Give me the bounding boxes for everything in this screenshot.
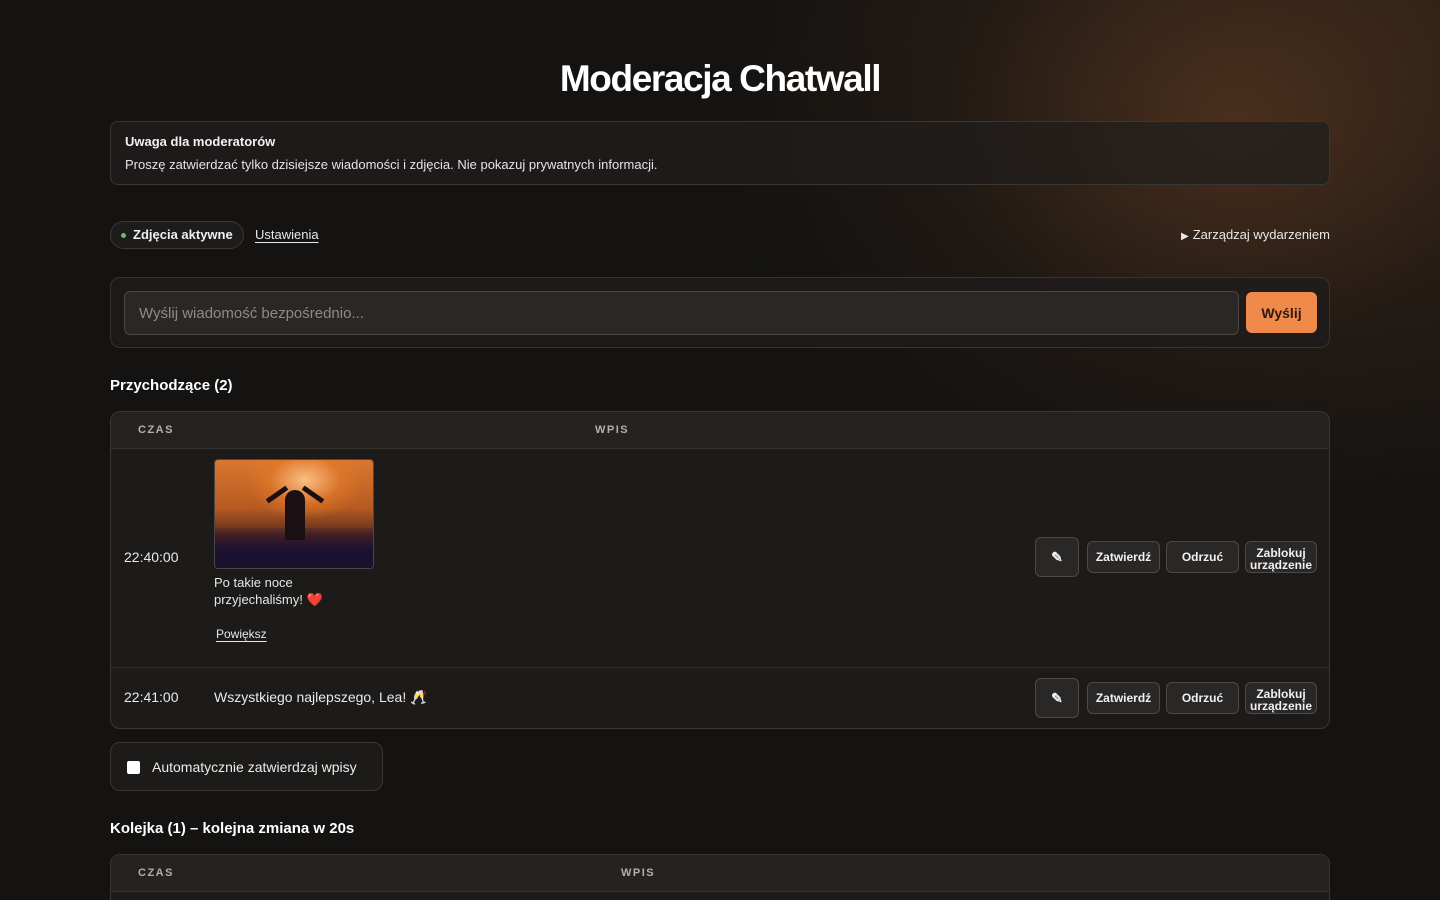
- entry-text: Wszystkiego najlepszego, Lea! 🥂: [214, 689, 428, 705]
- entry-time: 22:40:00: [124, 549, 179, 565]
- table-row: 22:40:00 Po takie noce przyjechaliśmy! ❤…: [111, 449, 1329, 668]
- entry-time: 22:41:00: [124, 689, 179, 705]
- direct-message-input[interactable]: [124, 291, 1239, 335]
- queue-title: Kolejka (1) – kolejna zmiana w 20s: [110, 820, 355, 837]
- approve-button[interactable]: Zatwierdź: [1087, 682, 1160, 714]
- row-actions: ✎ Zatwierdź Odrzuć Zablokuj urządzenie: [1035, 678, 1317, 718]
- column-header-time: CZAS: [138, 424, 174, 436]
- heart-emoji: ❤️: [306, 592, 323, 607]
- photo-detail: [285, 490, 305, 540]
- manage-event-label: Zarządzaj wydarzeniem: [1192, 227, 1330, 242]
- active-dot-icon: [121, 233, 126, 238]
- status-row: Zdjęcia aktywne Ustawienia ▶ Zarządzaj wy…: [110, 221, 1330, 249]
- page-title: Moderacja Chatwall: [559, 58, 882, 99]
- block-device-button[interactable]: Zablokuj urządzenie: [1245, 682, 1317, 714]
- queue-table: CZAS WPIS: [110, 854, 1330, 900]
- notice-body: Proszę zatwierdzać tylko dzisiejsze wiad…: [125, 157, 658, 172]
- incoming-title: Przychodzące (2): [110, 377, 233, 394]
- table-header: CZAS WPIS: [111, 855, 1329, 892]
- edit-button[interactable]: ✎: [1035, 537, 1079, 577]
- table-header: CZAS WPIS: [111, 412, 1329, 449]
- edit-button[interactable]: ✎: [1035, 678, 1079, 718]
- block-label-line2: urządzenie: [1249, 557, 1312, 572]
- reject-button[interactable]: Odrzuć: [1166, 682, 1239, 714]
- incoming-table: CZAS WPIS 22:40:00 Po takie noce przyjec…: [110, 411, 1330, 729]
- triangle-right-icon: ▶: [1181, 231, 1189, 242]
- approve-button[interactable]: Zatwierdź: [1087, 541, 1160, 573]
- table-row: 22:41:00 Wszystkiego najlepszego, Lea! 🥂…: [111, 668, 1329, 728]
- send-button[interactable]: Wyślij: [1246, 292, 1317, 333]
- pencil-icon: ✎: [1051, 690, 1063, 706]
- row-actions: ✎ Zatwierdź Odrzuć Zablokuj urządzenie: [1035, 537, 1317, 577]
- column-header-entry: WPIS: [595, 424, 630, 436]
- entry-text: Po takie noce przyjechaliśmy!: [214, 575, 303, 607]
- direct-message-box: Wyślij: [110, 277, 1330, 348]
- enlarge-link[interactable]: Powiększ: [216, 627, 267, 641]
- auto-approve-checkbox[interactable]: [127, 761, 140, 774]
- block-device-button[interactable]: Zablokuj urządzenie: [1245, 541, 1317, 573]
- pencil-icon: ✎: [1051, 549, 1063, 565]
- photos-active-badge: Zdjęcia aktywne: [110, 221, 244, 249]
- notice-title: Uwaga dla moderatorów: [125, 134, 276, 149]
- manage-event-toggle[interactable]: ▶ Zarządzaj wydarzeniem: [1181, 227, 1330, 242]
- entry-caption: Po takie noce przyjechaliśmy! ❤️: [214, 574, 364, 608]
- settings-link[interactable]: Ustawienia: [255, 227, 319, 242]
- block-label-line2: urządzenie: [1249, 698, 1312, 713]
- reject-button[interactable]: Odrzuć: [1166, 541, 1239, 573]
- column-header-entry: WPIS: [621, 867, 656, 879]
- auto-approve-label: Automatycznie zatwierdzaj wpisy: [152, 759, 357, 775]
- photo-detail: [301, 485, 325, 504]
- column-header-time: CZAS: [138, 867, 174, 879]
- entry-photo[interactable]: [214, 459, 374, 569]
- photos-active-label: Zdjęcia aktywne: [133, 227, 233, 242]
- auto-approve-toggle[interactable]: Automatycznie zatwierdzaj wpisy: [110, 742, 383, 791]
- moderator-notice: Uwaga dla moderatorów Proszę zatwierdzać…: [110, 121, 1330, 185]
